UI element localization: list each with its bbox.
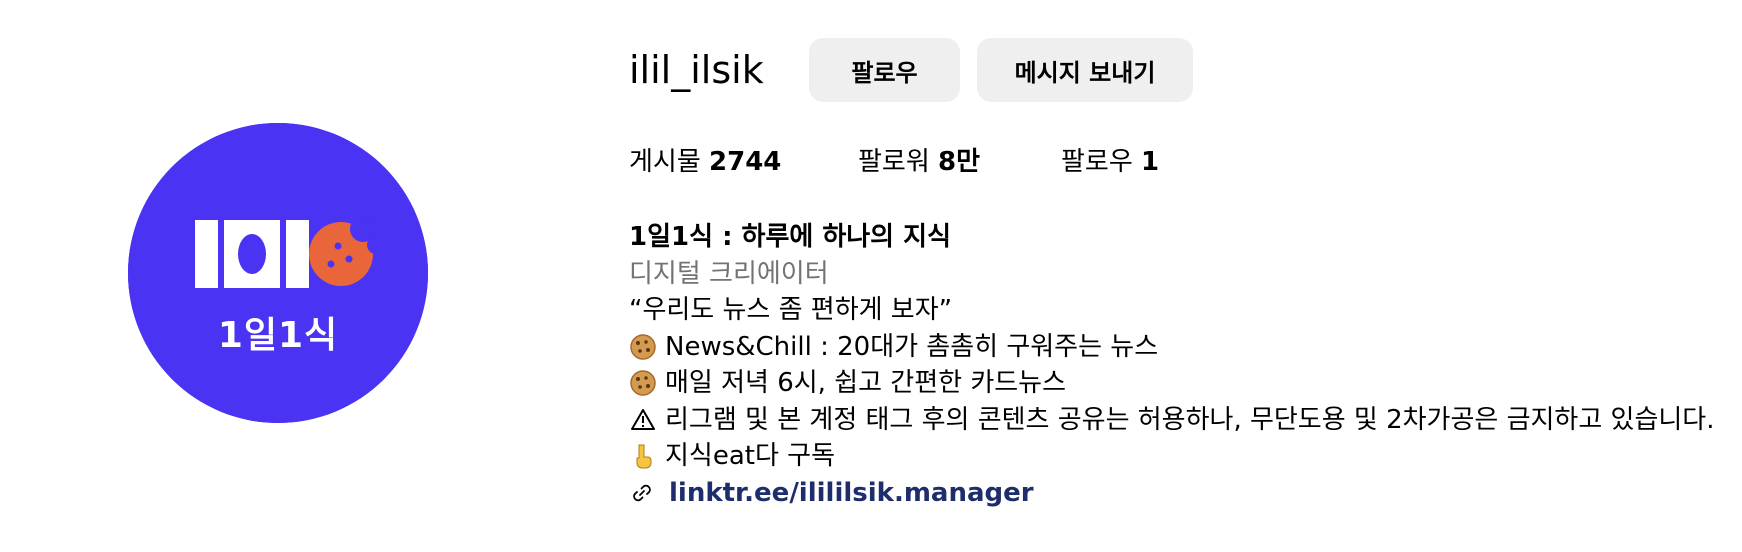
bio-category[interactable]: 디지털 크리에이터 [629, 256, 1739, 293]
link-icon [633, 484, 651, 501]
following-value: 1 [1141, 147, 1160, 177]
cookie-icon [630, 334, 656, 360]
avatar-brand-text: 1일1식 [217, 315, 339, 356]
profile-bio: 1일1식 : 하루에 하나의 지식 디지털 크리에이터 “우리도 뉴스 좀 편하… [629, 219, 1739, 511]
followers-value: 8만 [938, 147, 981, 177]
pointing-down-icon [636, 444, 652, 469]
profile-avatar[interactable]: 1일1식 [128, 123, 428, 423]
followers-label: 팔로워 [858, 147, 930, 177]
bio-name: 1일1식 : 하루에 하나의 지식 [629, 222, 951, 252]
bio-link-row[interactable]: linktr.ee/ilililsik.manager [629, 475, 1739, 512]
bio-line-text: 리그램 및 본 계정 태그 후의 콘텐츠 공유는 허용하나, 무단도용 및 2차… [665, 404, 1715, 435]
avatar-logo [128, 123, 428, 423]
bio-line-news-chill: News&Chill : 20대가 촘촘히 구워주는 뉴스 [629, 329, 1739, 366]
bio-line-text: News&Chill : 20대가 촘촘히 구워주는 뉴스 [665, 331, 1159, 362]
bio-line-text: 지식eat다 구독 [665, 441, 835, 471]
follow-button[interactable]: 팔로우 [809, 38, 960, 102]
bio-link[interactable]: linktr.ee/ilililsik.manager [669, 475, 1034, 512]
send-message-button[interactable]: 메시지 보내기 [977, 38, 1193, 102]
bio-line-subscribe: 지식eat다 구독 [629, 438, 1739, 475]
bio-line-text: 매일 저녁 6시, 쉽고 간편한 카드뉴스 [665, 368, 1067, 398]
cookie-icon [630, 370, 656, 396]
posts-value: 2744 [709, 147, 782, 177]
profile-username: ilil_ilsik [629, 48, 764, 92]
followers-count[interactable]: 팔로워 8만 [858, 144, 980, 180]
warning-icon [631, 408, 655, 430]
posts-count: 게시물 2744 [629, 144, 781, 180]
following-count[interactable]: 팔로우 1 [1061, 144, 1159, 180]
bio-line-quote: “우리도 뉴스 좀 편하게 보자” [629, 295, 953, 325]
posts-label: 게시물 [629, 147, 701, 177]
bio-line-schedule: 매일 저녁 6시, 쉽고 간편한 카드뉴스 [629, 365, 1739, 402]
bio-line-notice: 리그램 및 본 계정 태그 후의 콘텐츠 공유는 허용하나, 무단도용 및 2차… [629, 402, 1739, 439]
following-label: 팔로우 [1061, 147, 1133, 177]
